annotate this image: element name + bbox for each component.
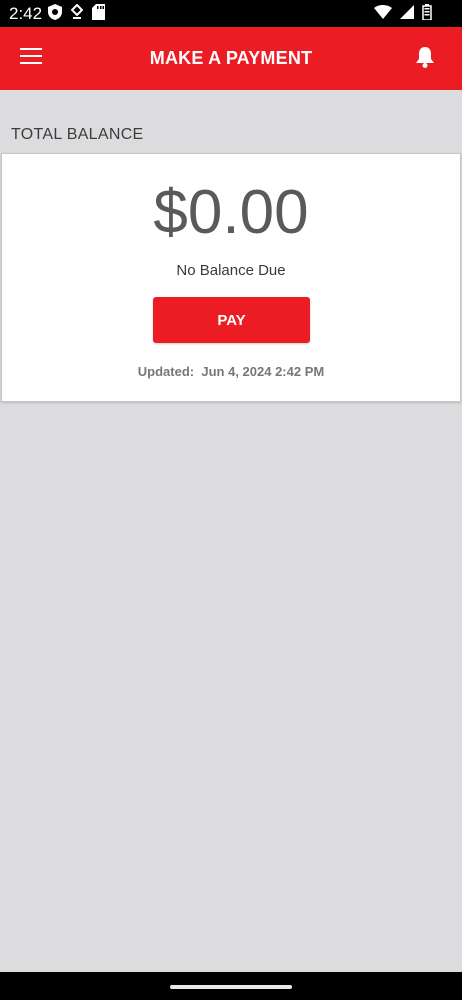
balance-card: $0.00 No Balance Due PAY Updated: Jun 4,… (1, 153, 461, 402)
shield-icon (48, 3, 62, 25)
status-time: 2:42 (9, 4, 43, 23)
cell-signal-icon (400, 4, 414, 24)
home-handle[interactable] (170, 985, 292, 989)
sd-card-icon (92, 3, 105, 25)
total-balance-heading: TOTAL BALANCE (11, 126, 144, 143)
app-bar: MAKE A PAYMENT (0, 27, 462, 90)
updated-label: Updated: (137, 364, 195, 379)
battery-icon (422, 3, 432, 25)
status-bar: 2:42 (0, 0, 462, 27)
bell-icon (415, 46, 435, 73)
location-pin-icon (70, 3, 84, 25)
updated-value: Jun 4, 2024 2:42 PM (201, 364, 325, 379)
balance-status: No Balance Due (176, 262, 286, 279)
wifi-icon (374, 4, 392, 24)
status-icons-left (48, 3, 105, 25)
pay-button[interactable]: PAY (153, 297, 310, 343)
system-nav-bar (0, 972, 462, 1000)
page-title: MAKE A PAYMENT (149, 48, 313, 68)
balance-amount: $0.00 (153, 178, 309, 247)
status-icons-right (374, 3, 432, 25)
notifications-button[interactable] (410, 44, 440, 74)
updated-timestamp: Updated: Jun 4, 2024 2:42 PM (2, 364, 460, 379)
